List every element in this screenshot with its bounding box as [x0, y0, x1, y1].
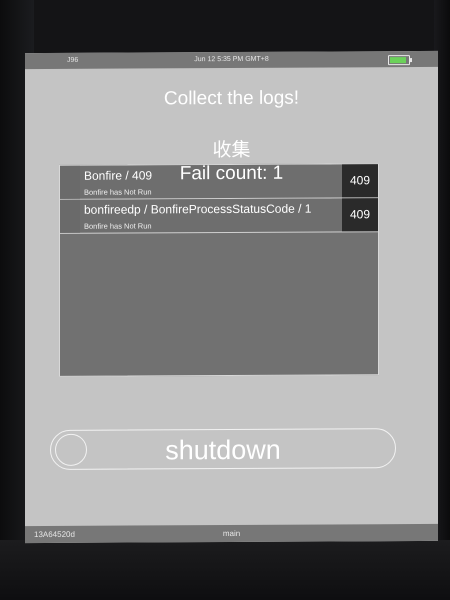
failure-status: Bonfire has Not Run [84, 187, 152, 197]
failure-status: Bonfire has Not Run [84, 221, 152, 231]
shutdown-label: shutdown [165, 434, 281, 466]
row-lead [60, 199, 80, 233]
page-subtitle: 收集 [212, 138, 251, 162]
failure-code: 409 [342, 198, 378, 232]
status-time: Jun 12 5:35 PM GMT+8 [194, 55, 269, 64]
failure-list[interactable]: Bonfire / 409 Bonfire has Not Run 409 bo… [59, 163, 379, 377]
status-bar: J96 Jun 12 5:35 PM GMT+8 [25, 50, 438, 70]
shutdown-slider[interactable]: shutdown [50, 428, 396, 470]
device-bezel-bottom [0, 540, 450, 600]
fail-count: Fail count: 1 [179, 162, 284, 185]
page-title: Collect the logs! [163, 87, 300, 110]
failure-name: bonfireedp / BonfireProcessStatusCode / … [84, 201, 312, 217]
battery-level [390, 57, 406, 64]
branch-label: main [222, 528, 241, 539]
device-screen: J96 Jun 12 5:35 PM GMT+8 Collect the log… [25, 50, 438, 544]
failure-row[interactable]: bonfireedp / BonfireProcessStatusCode / … [60, 198, 378, 234]
bottom-bar: 13A64520d main [25, 523, 438, 544]
battery-tip [410, 58, 412, 63]
battery-icon [388, 55, 412, 66]
